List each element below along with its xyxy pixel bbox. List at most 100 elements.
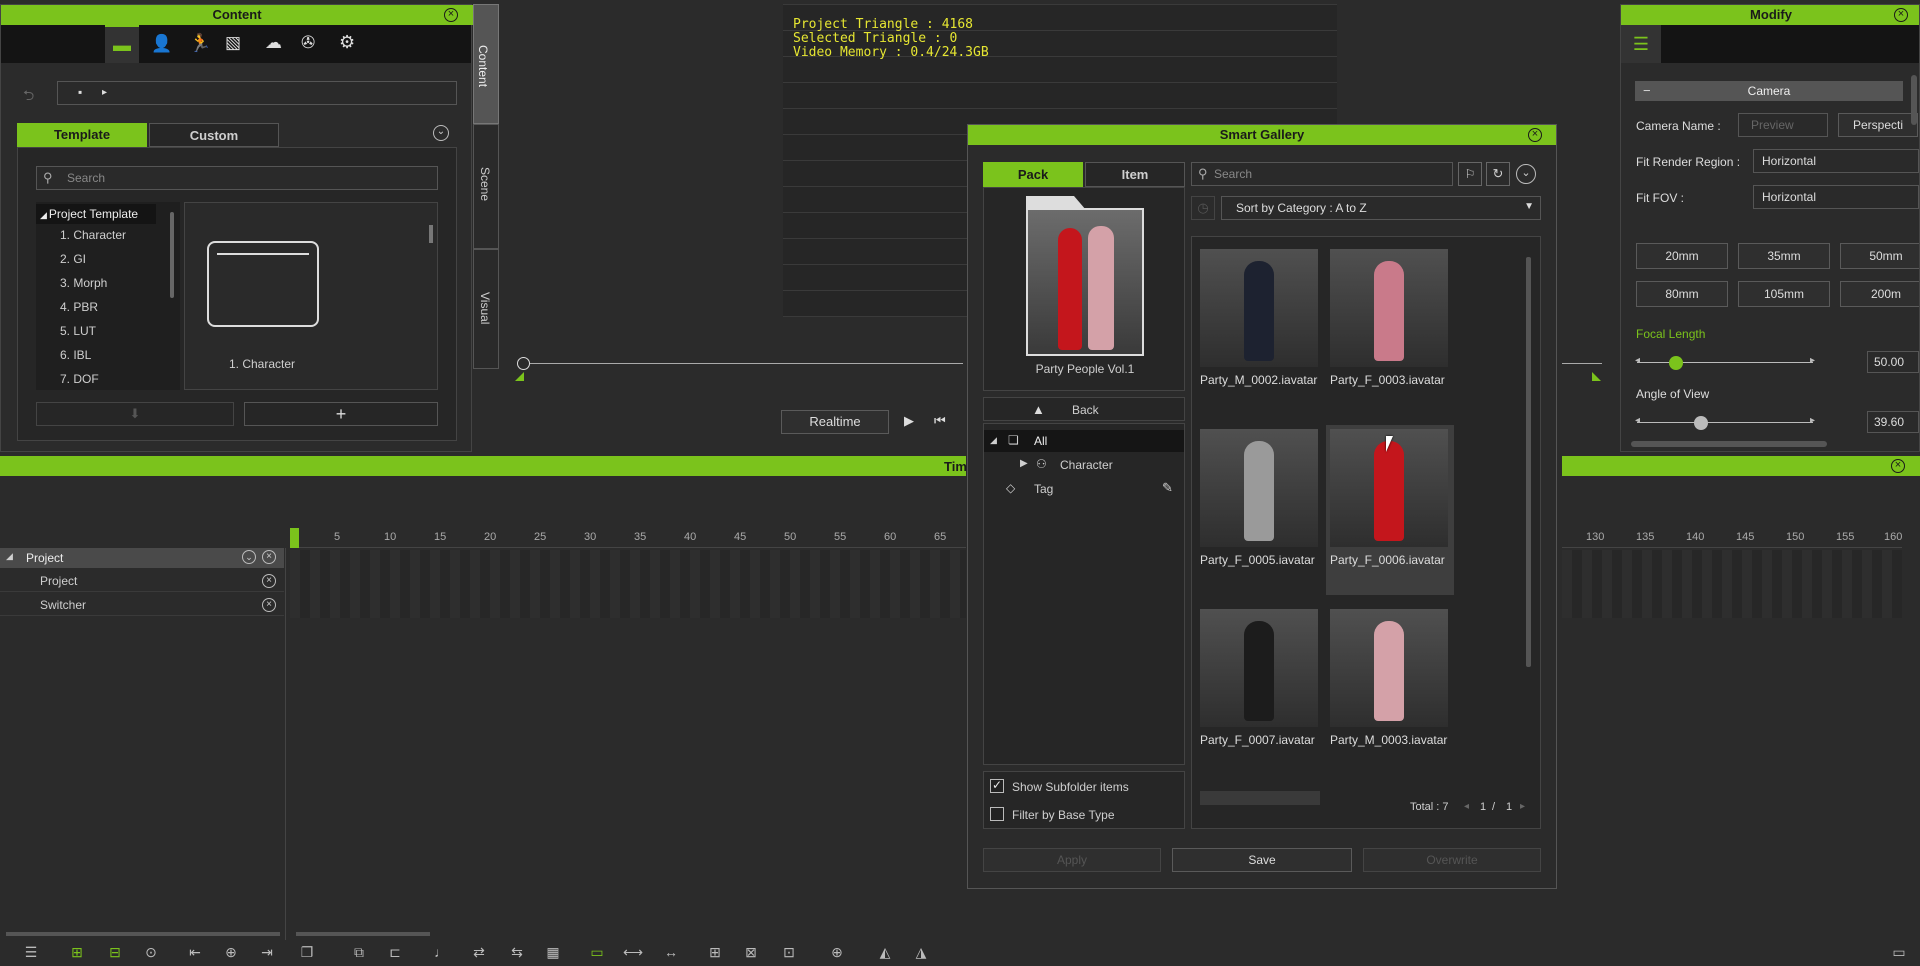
insert-icon[interactable]: ⊞ xyxy=(704,944,726,966)
fit-render-dropdown[interactable]: Horizontal xyxy=(1753,149,1919,173)
track-row[interactable]: Switcher × xyxy=(0,594,284,616)
folder-tab-icon[interactable]: ▬ xyxy=(105,25,139,63)
tree-item[interactable]: 7. DOF xyxy=(60,372,99,386)
refresh-icon[interactable]: ↻ xyxy=(1486,162,1510,186)
focal-length-value[interactable]: 50.00 xyxy=(1867,351,1919,373)
grid-item[interactable]: Party_F_0007.iavatar xyxy=(1200,609,1324,759)
sort-dropdown[interactable]: Sort by Category : A to Z ▼ xyxy=(1221,196,1541,220)
timeline-ruler[interactable]: 5 10 15 20 25 30 35 40 45 50 55 60 65 xyxy=(290,528,966,548)
tab-custom[interactable]: Custom xyxy=(149,123,279,147)
path-bar[interactable]: ▪ ▸ xyxy=(57,81,457,105)
close-icon[interactable]: × xyxy=(262,574,276,588)
lens-20mm-button[interactable]: 20mm xyxy=(1636,243,1728,269)
timeline-hscrollbar[interactable] xyxy=(6,932,280,936)
pencil-icon[interactable]: ✎ xyxy=(1162,480,1173,496)
angle-of-view-value[interactable]: 39.60 xyxy=(1867,411,1919,433)
tree-item[interactable]: 3. Morph xyxy=(60,276,107,290)
timeline-hscrollbar-right[interactable] xyxy=(296,932,430,936)
transition-icon[interactable]: ⇆ xyxy=(506,944,528,966)
focal-length-knob[interactable] xyxy=(1669,356,1684,370)
tree-item[interactable]: 2. GI xyxy=(60,252,86,266)
download-button[interactable]: ⬇ xyxy=(36,402,234,426)
props-icon[interactable]: ⚙ xyxy=(339,32,355,53)
back-button[interactable]: ▲ Back xyxy=(983,397,1185,421)
lens-50mm-button[interactable]: 50mm xyxy=(1840,243,1919,269)
collapse-track-icon[interactable]: ⊟ xyxy=(104,944,126,966)
close-icon[interactable]: × xyxy=(1894,8,1908,22)
history-icon[interactable]: ◷ xyxy=(1191,196,1215,220)
fit-range-icon[interactable]: ⟷ xyxy=(622,944,644,966)
track-lane[interactable] xyxy=(290,550,966,618)
key-next-icon[interactable]: ⇥ xyxy=(256,944,278,966)
content-search[interactable]: ⚲ Search xyxy=(36,166,438,190)
add-track-icon[interactable]: ⊞ xyxy=(66,944,88,966)
mirror-right-icon[interactable]: ◮ xyxy=(910,944,932,966)
monitor-icon[interactable]: ▭ xyxy=(1888,944,1910,966)
overwrite-button[interactable]: Overwrite xyxy=(1363,848,1541,872)
playhead[interactable] xyxy=(290,528,299,548)
save-button[interactable]: Save xyxy=(1172,848,1352,872)
lens-35mm-button[interactable]: 35mm xyxy=(1738,243,1830,269)
track-lane-right[interactable] xyxy=(1562,550,1902,618)
scene-icon[interactable]: ▧ xyxy=(225,33,241,53)
close-icon[interactable]: × xyxy=(444,8,458,22)
track-row-project[interactable]: ◢ Project ⌄ × xyxy=(0,548,284,568)
apply-button[interactable]: Apply xyxy=(983,848,1161,872)
range-start-marker[interactable] xyxy=(515,372,524,381)
side-tab-visual[interactable]: Visual xyxy=(473,249,499,369)
folder-thumbnail-icon[interactable] xyxy=(207,241,319,327)
fit-fov-dropdown[interactable]: Horizontal xyxy=(1753,185,1919,209)
actor-icon[interactable]: 👤 xyxy=(151,34,172,54)
timeline-ruler-right[interactable]: 130 135 140 145 150 155 160 xyxy=(1562,528,1902,548)
tree-item[interactable]: 1. Character xyxy=(60,228,126,242)
lens-80mm-button[interactable]: 80mm xyxy=(1636,281,1728,307)
camera-name-field[interactable]: Preview xyxy=(1738,113,1828,137)
close-icon[interactable]: × xyxy=(1528,128,1542,142)
sliders-icon[interactable]: ☰ xyxy=(1621,25,1661,63)
span-icon[interactable]: ↔ xyxy=(660,944,682,966)
copy-icon[interactable]: ❐ xyxy=(296,944,318,966)
side-tab-content[interactable]: Content xyxy=(473,4,499,124)
dropdown-icon[interactable]: ⌄ xyxy=(242,550,256,564)
camera-type-dropdown[interactable]: Perspecti xyxy=(1838,113,1918,137)
camera-section-header[interactable]: − Camera xyxy=(1635,81,1903,101)
flatten-icon[interactable]: ▦ xyxy=(542,944,564,966)
add-button[interactable]: + xyxy=(244,402,438,426)
tree-item[interactable]: 4. PBR xyxy=(60,300,98,314)
key-prev-icon[interactable]: ⇤ xyxy=(184,944,206,966)
grid-item[interactable]: Party_F_0003.iavatar xyxy=(1330,249,1454,399)
pack-thumbnail[interactable] xyxy=(1026,208,1144,356)
grid-item-partial[interactable] xyxy=(1200,791,1320,805)
modify-vscrollbar[interactable] xyxy=(1911,75,1917,125)
list-icon[interactable]: ☰ xyxy=(20,944,42,966)
tree-item-root[interactable]: ◢ Project Template xyxy=(36,204,156,224)
grid-scrollbar[interactable] xyxy=(1526,257,1531,667)
play-icon[interactable]: ▶ xyxy=(904,413,914,429)
page-next-icon[interactable]: ▸ xyxy=(1520,801,1525,812)
tab-template[interactable]: Template xyxy=(17,123,147,147)
split-icon[interactable]: ⊡ xyxy=(778,944,800,966)
options-chevron-icon[interactable]: ⌄ xyxy=(1516,164,1536,184)
folder-scrollbar[interactable] xyxy=(429,225,433,243)
close-icon[interactable]: × xyxy=(1891,459,1905,473)
remove-icon[interactable]: ⊠ xyxy=(740,944,762,966)
motion-icon[interactable]: 🏃 xyxy=(189,33,211,54)
grid-item[interactable]: Party_M_0002.iavatar xyxy=(1200,249,1324,399)
zoom-icon[interactable]: ⊕ xyxy=(826,944,848,966)
back-arrow-icon[interactable]: ⮌ xyxy=(23,85,34,109)
page-prev-icon[interactable]: ◂ xyxy=(1464,801,1469,812)
angle-of-view-slider[interactable]: ◂ ▸ xyxy=(1635,415,1815,431)
tree-item-character[interactable]: ▶ ⚇ Character xyxy=(984,454,1184,476)
lens-105mm-button[interactable]: 105mm xyxy=(1738,281,1830,307)
mirror-left-icon[interactable]: ◭ xyxy=(874,944,896,966)
key-add-icon[interactable]: ⊕ xyxy=(220,944,242,966)
close-icon[interactable]: × xyxy=(262,550,276,564)
angle-of-view-knob[interactable] xyxy=(1693,416,1708,430)
media-icon[interactable]: ✇ xyxy=(301,33,315,53)
skip-start-icon[interactable]: ⏮ xyxy=(934,413,946,429)
tree-scrollbar[interactable] xyxy=(170,212,174,298)
playback-track[interactable] xyxy=(523,363,963,364)
atmosphere-icon[interactable]: ☁ xyxy=(265,33,282,53)
clip-range-icon[interactable]: ▭ xyxy=(586,944,608,966)
tree-item[interactable]: 5. LUT xyxy=(60,324,96,338)
